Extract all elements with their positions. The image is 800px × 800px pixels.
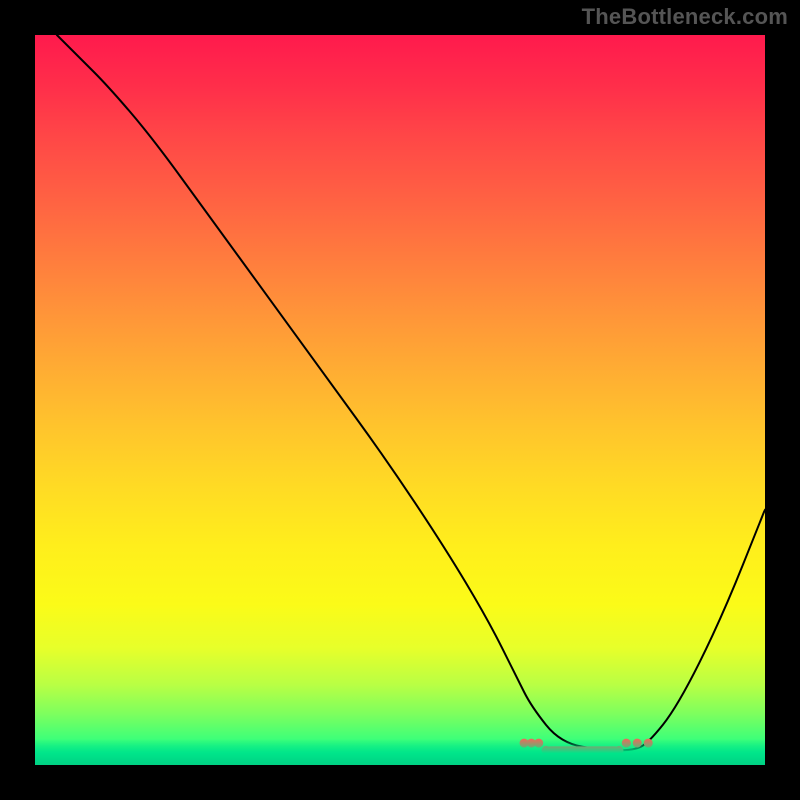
watermark-text: TheBottleneck.com	[582, 4, 788, 30]
bottleneck-curve	[57, 35, 765, 750]
curve-layer	[35, 35, 765, 765]
green-band	[35, 739, 765, 765]
chart-frame: TheBottleneck.com	[0, 0, 800, 800]
plot-area	[35, 35, 765, 765]
